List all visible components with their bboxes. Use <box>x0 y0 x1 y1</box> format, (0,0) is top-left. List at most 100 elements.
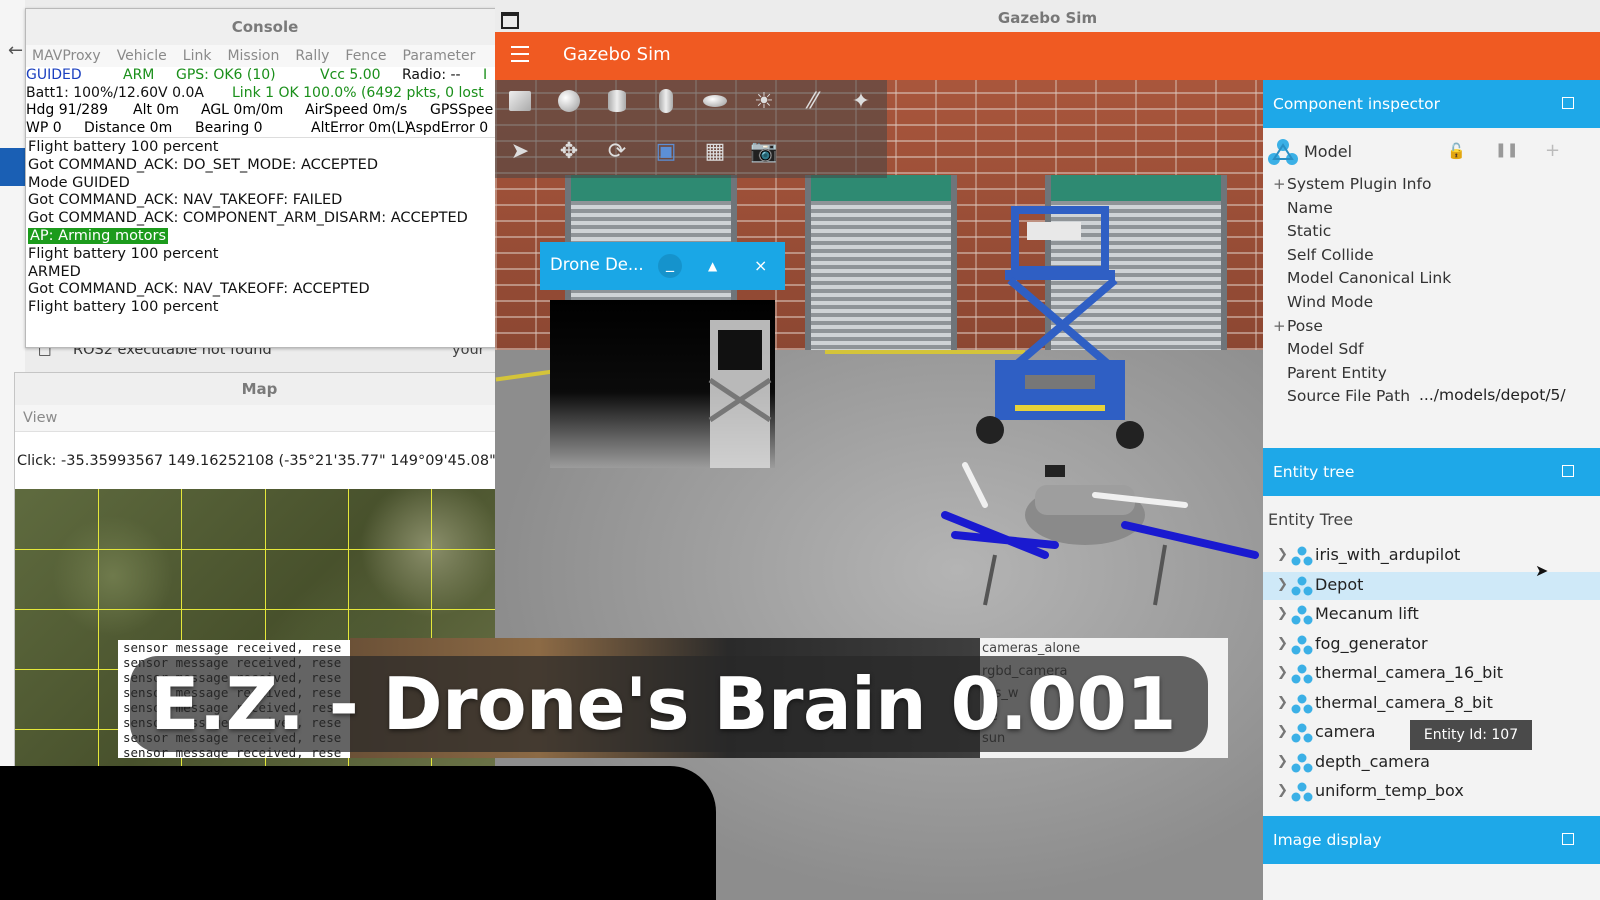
map-grid-line <box>15 609 504 610</box>
add-icon[interactable]: + <box>1545 140 1560 161</box>
directional-light-icon[interactable]: ⁄⁄ <box>798 86 828 116</box>
console-menu-item[interactable]: Rally <box>295 45 337 67</box>
chevron-right-icon[interactable]: ❯ <box>1277 636 1288 651</box>
agl-status: AGL 0m/0m <box>201 102 284 118</box>
entity-tree-item[interactable]: ❯ Mecanum lift <box>1263 601 1600 629</box>
cylinder-icon[interactable] <box>602 86 632 116</box>
capsule-icon[interactable] <box>651 86 681 116</box>
log-line: AP: Arming motors <box>26 227 504 246</box>
map-view-menu[interactable]: View <box>15 405 504 432</box>
expand-icon[interactable]: + <box>1273 317 1286 335</box>
expand-icon[interactable]: + <box>1273 175 1286 193</box>
depth-camera-image <box>550 300 775 468</box>
status-row-3: Hdg 91/289 Alt 0m AGL 0m/0m AirSpeed 0m/… <box>26 102 504 120</box>
entity-tree-item-label: iris_with_ardupilot <box>1315 545 1461 564</box>
console-menu-item[interactable]: Link <box>183 45 220 67</box>
chevron-right-icon[interactable]: ❯ <box>1277 754 1288 769</box>
chevron-right-icon[interactable]: ❯ <box>1277 695 1288 710</box>
rotate-icon[interactable]: ⟳ <box>602 136 632 166</box>
bearing-status: Bearing 0 <box>195 119 263 136</box>
entity-tree-item[interactable]: ❯ depth_camera <box>1263 749 1600 777</box>
iris-drone-model[interactable] <box>925 445 1265 615</box>
component-inspector-title: Component inspector <box>1273 95 1440 113</box>
right-side-panel: Component inspector Model 🔓 ❚❚ + + System… <box>1263 80 1600 900</box>
model-icon <box>1291 723 1313 743</box>
battery-status: Batt1: 100%/12.60V 0.0A <box>26 84 204 101</box>
console-log: Flight battery 100 percent Got COMMAND_AC… <box>26 137 504 317</box>
alt-status: Alt 0m <box>133 102 179 118</box>
translate-icon[interactable]: ✥ <box>554 136 584 166</box>
entity-tree-item[interactable]: ❯ fog_generator <box>1263 631 1600 659</box>
console-menu-item[interactable]: Vehicle <box>117 45 175 67</box>
entity-tree-subtitle: Entity Tree <box>1268 510 1354 529</box>
model-icon <box>1291 635 1313 655</box>
entity-tree-item-label: fog_generator <box>1315 633 1428 653</box>
chevron-right-icon[interactable]: ❯ <box>1277 606 1288 621</box>
source-file-path-value: .../models/depot/5/ <box>1419 386 1566 404</box>
inspector-row-label[interactable]: System Plugin Info <box>1287 175 1431 193</box>
drone-depth-header[interactable]: Drone De... _ ▲ × <box>540 242 785 290</box>
status-row-1: GUIDED ARM GPS: OK6 (10) Vcc 5.00 Radio:… <box>26 67 504 85</box>
image-display-header[interactable]: Image display <box>1263 816 1600 864</box>
log-line: Got COMMAND_ACK: DO_SET_MODE: ACCEPTED <box>28 156 378 173</box>
gazebo-header: Gazebo Sim <box>495 32 1600 80</box>
status-row-2: Batt1: 100%/12.60V 0.0A Link 1 OK 100.0%… <box>26 85 504 103</box>
model-icon <box>1267 138 1299 170</box>
hamburger-menu-icon[interactable] <box>511 46 529 62</box>
log-line: Got COMMAND_ACK: NAV_TAKEOFF: FAILED <box>28 192 343 209</box>
entity-tree-item[interactable]: ❯ thermal_camera_16_bit <box>1263 660 1600 688</box>
transform-icon[interactable]: ▣ <box>651 136 681 166</box>
entity-tree-item[interactable]: ❯ Depot <box>1263 571 1600 600</box>
spot-light-icon[interactable]: ✦ <box>846 86 876 116</box>
close-icon[interactable]: × <box>754 254 767 278</box>
video-title-overlay: sensor message received, resesensor mess… <box>118 638 1228 758</box>
minimize-icon[interactable]: _ <box>658 254 682 278</box>
entity-tree-item[interactable]: ❯ thermal_camera_8_bit <box>1263 690 1600 718</box>
entity-tree-item[interactable]: ❯ iris_with_ardupilot <box>1263 542 1600 570</box>
console-menu-item[interactable]: Fence <box>345 45 394 67</box>
grid-snap-icon[interactable]: ▦ <box>700 136 730 166</box>
panel-maximize-icon[interactable] <box>1562 465 1574 477</box>
mecanum-lift-model[interactable] <box>965 200 1165 460</box>
pause-icon[interactable]: ❚❚ <box>1495 142 1518 158</box>
arm-status: ARM <box>123 67 155 83</box>
inspector-row-label[interactable]: Pose <box>1287 317 1323 335</box>
model-icon <box>1291 782 1313 802</box>
maximize-icon[interactable]: ▲ <box>708 254 717 278</box>
chevron-right-icon[interactable]: ❯ <box>1277 577 1288 592</box>
entity-tree-item[interactable]: ❯ uniform_temp_box <box>1263 778 1600 806</box>
alterror-status: AltError 0m(L) <box>311 119 410 136</box>
gazebo-window-title: Gazebo Sim <box>495 0 1600 34</box>
log-line: Got COMMAND_ACK: NAV_TAKEOFF: ACCEPTED <box>28 281 370 298</box>
chevron-right-icon[interactable]: ❯ <box>1277 783 1288 798</box>
console-menu-item[interactable]: Parameter <box>403 45 484 67</box>
log-line: Flight battery 100 percent <box>28 245 219 262</box>
chevron-right-icon[interactable]: ❯ <box>1277 724 1288 739</box>
box-icon[interactable] <box>505 86 535 116</box>
sphere-icon[interactable] <box>554 86 584 116</box>
console-menu-item[interactable]: Mission <box>227 45 287 67</box>
inspector-row-label: Model Sdf <box>1287 340 1364 359</box>
entity-tree-header[interactable]: Entity tree <box>1263 448 1600 496</box>
model-icon <box>1291 546 1313 566</box>
panel-maximize-icon[interactable] <box>1562 97 1574 109</box>
chevron-right-icon[interactable]: ❯ <box>1277 547 1288 562</box>
distance-status: Distance 0m <box>84 119 173 136</box>
select-icon[interactable]: ➤ <box>505 136 535 166</box>
headline-text: E.Z. - Drone's Brain 0.001 <box>150 662 1176 746</box>
back-arrow-icon[interactable]: ← <box>8 40 23 61</box>
chevron-right-icon[interactable]: ❯ <box>1277 665 1288 680</box>
ellipsoid-icon[interactable] <box>700 86 730 116</box>
entity-tree-item-label: thermal_camera_16_bit <box>1315 663 1504 682</box>
console-menu-item[interactable]: MAVProxy <box>32 45 109 67</box>
console-menubar: MAVProxy Vehicle Link Mission Rally Fence Para… <box>26 45 504 67</box>
status-row-4: WP 0 Distance 0m Bearing 0 AltError 0m(L… <box>26 120 504 138</box>
background-selection-bar <box>0 148 25 186</box>
lock-icon[interactable]: 🔓 <box>1447 142 1466 160</box>
panel-maximize-icon[interactable] <box>1562 833 1574 845</box>
point-light-icon[interactable]: ☀ <box>749 86 779 116</box>
screenshot-icon[interactable]: 📷 <box>749 136 779 166</box>
component-inspector-header[interactable]: Component inspector <box>1263 80 1600 128</box>
drone-depth-title: Drone De... <box>550 255 644 274</box>
inspector-row-label: Static <box>1287 222 1332 241</box>
